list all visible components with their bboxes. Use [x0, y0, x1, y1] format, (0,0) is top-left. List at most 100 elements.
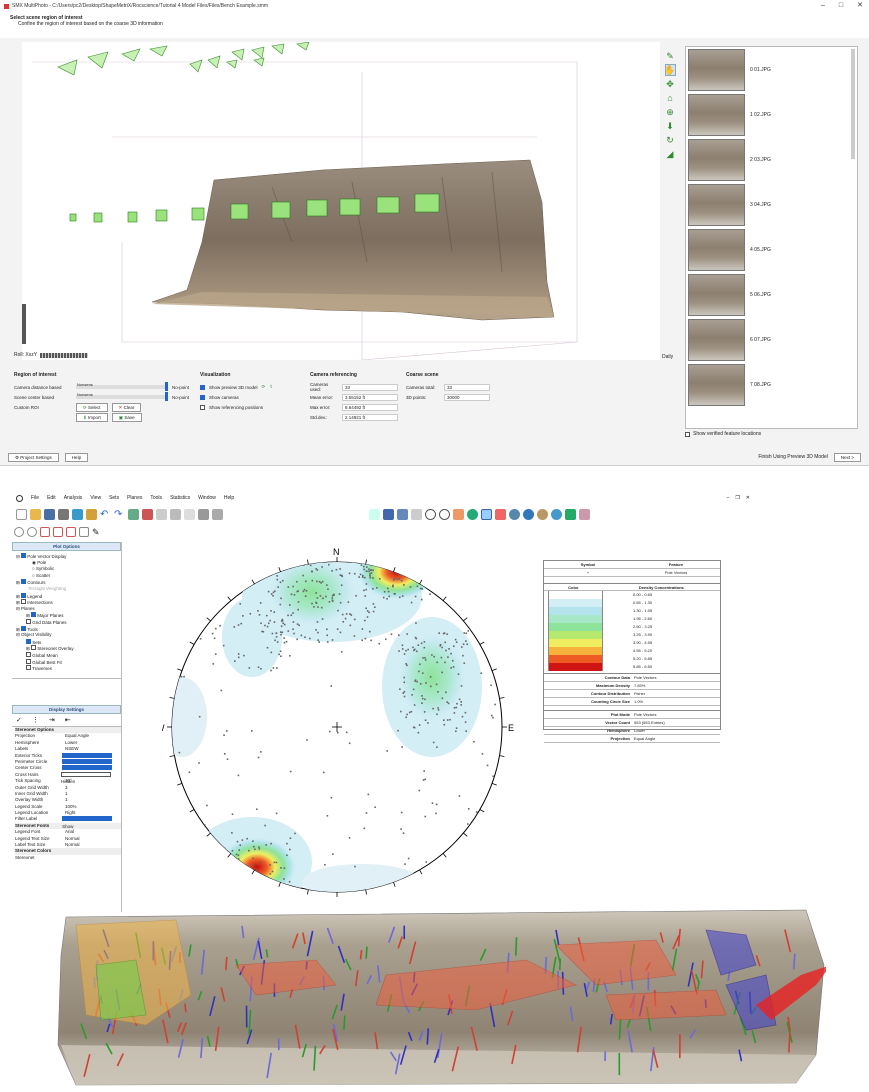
info-icon[interactable] — [523, 508, 534, 520]
copy-icon[interactable] — [156, 508, 167, 520]
stereonet[interactable]: N E W — [162, 547, 522, 907]
thumbnail-item[interactable]: 6 07.JPG — [686, 317, 857, 362]
home-icon[interactable]: ⌂ — [664, 92, 676, 104]
layout-icon[interactable] — [86, 508, 97, 520]
paste-icon[interactable] — [170, 508, 181, 520]
zoom-icon[interactable]: ⊕ — [664, 106, 676, 118]
cut-icon[interactable] — [142, 508, 153, 520]
tree-item[interactable]: ○ Scatter — [16, 573, 121, 580]
stereonet-icon[interactable] — [481, 508, 492, 520]
menu-analysis[interactable]: Analysis — [64, 495, 83, 501]
tile-icon[interactable] — [369, 508, 380, 520]
zoom-in-icon[interactable] — [425, 508, 436, 520]
filter-icon[interactable] — [198, 508, 209, 520]
minimize-icon[interactable]: – — [727, 495, 736, 501]
save-disk-icon[interactable] — [44, 508, 55, 520]
menu-edit[interactable]: Edit — [47, 495, 56, 501]
thumbnail-item[interactable]: 7 08.JPG — [686, 362, 857, 407]
hand-icon[interactable]: ✋ — [664, 64, 676, 76]
edit-set-icon[interactable] — [79, 527, 89, 537]
menu-file[interactable]: File — [31, 495, 39, 501]
thumbnail-item[interactable]: 1 02.JPG — [686, 92, 857, 137]
show-preview-checkbox[interactable] — [200, 384, 205, 390]
show-referencing-checkbox[interactable] — [200, 404, 205, 410]
menu-tools[interactable]: Tools — [150, 495, 162, 501]
help-button[interactable]: Help — [64, 452, 89, 462]
setting-row[interactable]: Stereonet — [15, 855, 121, 861]
sheet-icon[interactable] — [383, 508, 394, 520]
show-referencing-row[interactable]: Show referencing positions — [200, 402, 300, 412]
check-icon[interactable]: ✓ — [16, 716, 22, 724]
open-folder-icon[interactable] — [30, 508, 41, 520]
next-button[interactable]: Next > — [833, 452, 861, 462]
clear-button[interactable]: ✕ Clear — [111, 402, 142, 412]
show-verified-row[interactable]: Show verified feature locations — [685, 431, 761, 437]
new-file-icon[interactable] — [16, 508, 27, 520]
report-icon[interactable] — [579, 508, 590, 520]
set-window-icon[interactable] — [53, 527, 63, 537]
tree-item[interactable]: ⊞ Contours — [16, 579, 121, 586]
chart-icon[interactable] — [495, 508, 506, 520]
move-icon[interactable]: ✥ — [664, 78, 676, 90]
export-icon[interactable]: ⇪ — [269, 384, 273, 390]
tree-item[interactable]: ⊞ Stereonet Overlay — [16, 645, 121, 652]
thumbnail-item[interactable]: 0 01.JPG — [686, 47, 857, 92]
restore-icon[interactable]: ❐ — [735, 495, 745, 501]
menu-statistics[interactable]: Statistics — [170, 495, 190, 501]
tree-item[interactable]: ○ Symbolic — [16, 566, 121, 573]
sphere-icon[interactable] — [537, 508, 548, 520]
close-icon[interactable]: ✕ — [857, 0, 863, 12]
tree-item[interactable]: Sets — [16, 638, 121, 646]
redo-icon[interactable]: ↷ — [114, 509, 125, 520]
thumbnail-list[interactable]: 0 01.JPG 1 02.JPG 2 03.JPG 3 04.JPG 4 05… — [685, 46, 858, 429]
tree-item[interactable]: ⊟ Pole Vector Display — [16, 553, 121, 560]
refresh-icon[interactable]: ⟳ — [262, 384, 266, 390]
zoom-out-icon[interactable] — [439, 508, 450, 520]
globe-icon[interactable] — [467, 508, 478, 520]
table-icon[interactable] — [565, 508, 576, 520]
delete-set-icon[interactable] — [66, 527, 76, 537]
tree-item[interactable]: ◉ Pole — [16, 560, 121, 567]
tree-item[interactable]: ⊞ Legend — [16, 592, 121, 600]
3d-viewport[interactable]: Roll: XxzY Daily — [14, 41, 673, 361]
select-button[interactable]: ⟳ Select — [76, 402, 108, 412]
tree-item[interactable]: Grid Data Planes — [16, 618, 121, 626]
import-button[interactable]: ⬇ Import — [76, 412, 108, 422]
export-settings-icon[interactable]: ⇤ — [65, 716, 71, 724]
scene-center-slider[interactable]: Nonsens — [76, 392, 168, 401]
camera-distance-slider[interactable]: Nonsens — [76, 382, 168, 391]
doc-icon[interactable] — [184, 508, 195, 520]
undo-icon[interactable]: ↶ — [100, 509, 111, 520]
3d-scene[interactable] — [20, 41, 668, 361]
slider-handle[interactable] — [165, 382, 168, 391]
show-verified-checkbox[interactable] — [685, 431, 690, 437]
tree-item[interactable]: Traverses — [16, 665, 121, 672]
pole-mode-icon[interactable] — [14, 527, 24, 537]
thumbnail-item[interactable]: 4 05.JPG — [686, 227, 857, 272]
tree-item[interactable]: ⊞ Tools — [16, 625, 121, 633]
fit-icon[interactable] — [411, 508, 422, 520]
grid-icon[interactable] — [397, 508, 408, 520]
world-icon[interactable] — [551, 508, 562, 520]
tree-item[interactable]: ⊞ Major Planes — [16, 612, 121, 619]
tree-item[interactable]: ⊟ Object Visibility — [16, 632, 121, 639]
minimize-icon[interactable]: – — [821, 0, 825, 12]
thumbnail-item[interactable]: 3 04.JPG — [686, 182, 857, 227]
maximize-icon[interactable]: □ — [839, 0, 843, 12]
menu-view[interactable]: View — [90, 495, 101, 501]
menu-window[interactable]: Window — [198, 495, 216, 501]
thumbnail-scrollbar[interactable] — [851, 49, 855, 159]
print-icon[interactable] — [58, 508, 69, 520]
show-preview-row[interactable]: Show preview 3D model ⟳ ⇪ — [200, 382, 300, 392]
tree-item[interactable]: Global Best Fit — [16, 658, 121, 666]
thumbnail-item[interactable]: 5 06.JPG — [686, 272, 857, 317]
show-cameras-checkbox[interactable] — [200, 394, 205, 400]
tree-item[interactable]: Global Mean — [16, 651, 121, 659]
filter-clear-icon[interactable] — [212, 508, 223, 520]
export-image-icon[interactable] — [72, 508, 83, 520]
tool-icon[interactable] — [453, 508, 464, 520]
rotate-icon[interactable]: ↻ — [664, 134, 676, 146]
show-cameras-row[interactable]: Show cameras — [200, 392, 300, 402]
close-icon[interactable]: ✕ — [746, 495, 756, 501]
menu-planes[interactable]: Planes — [127, 495, 142, 501]
